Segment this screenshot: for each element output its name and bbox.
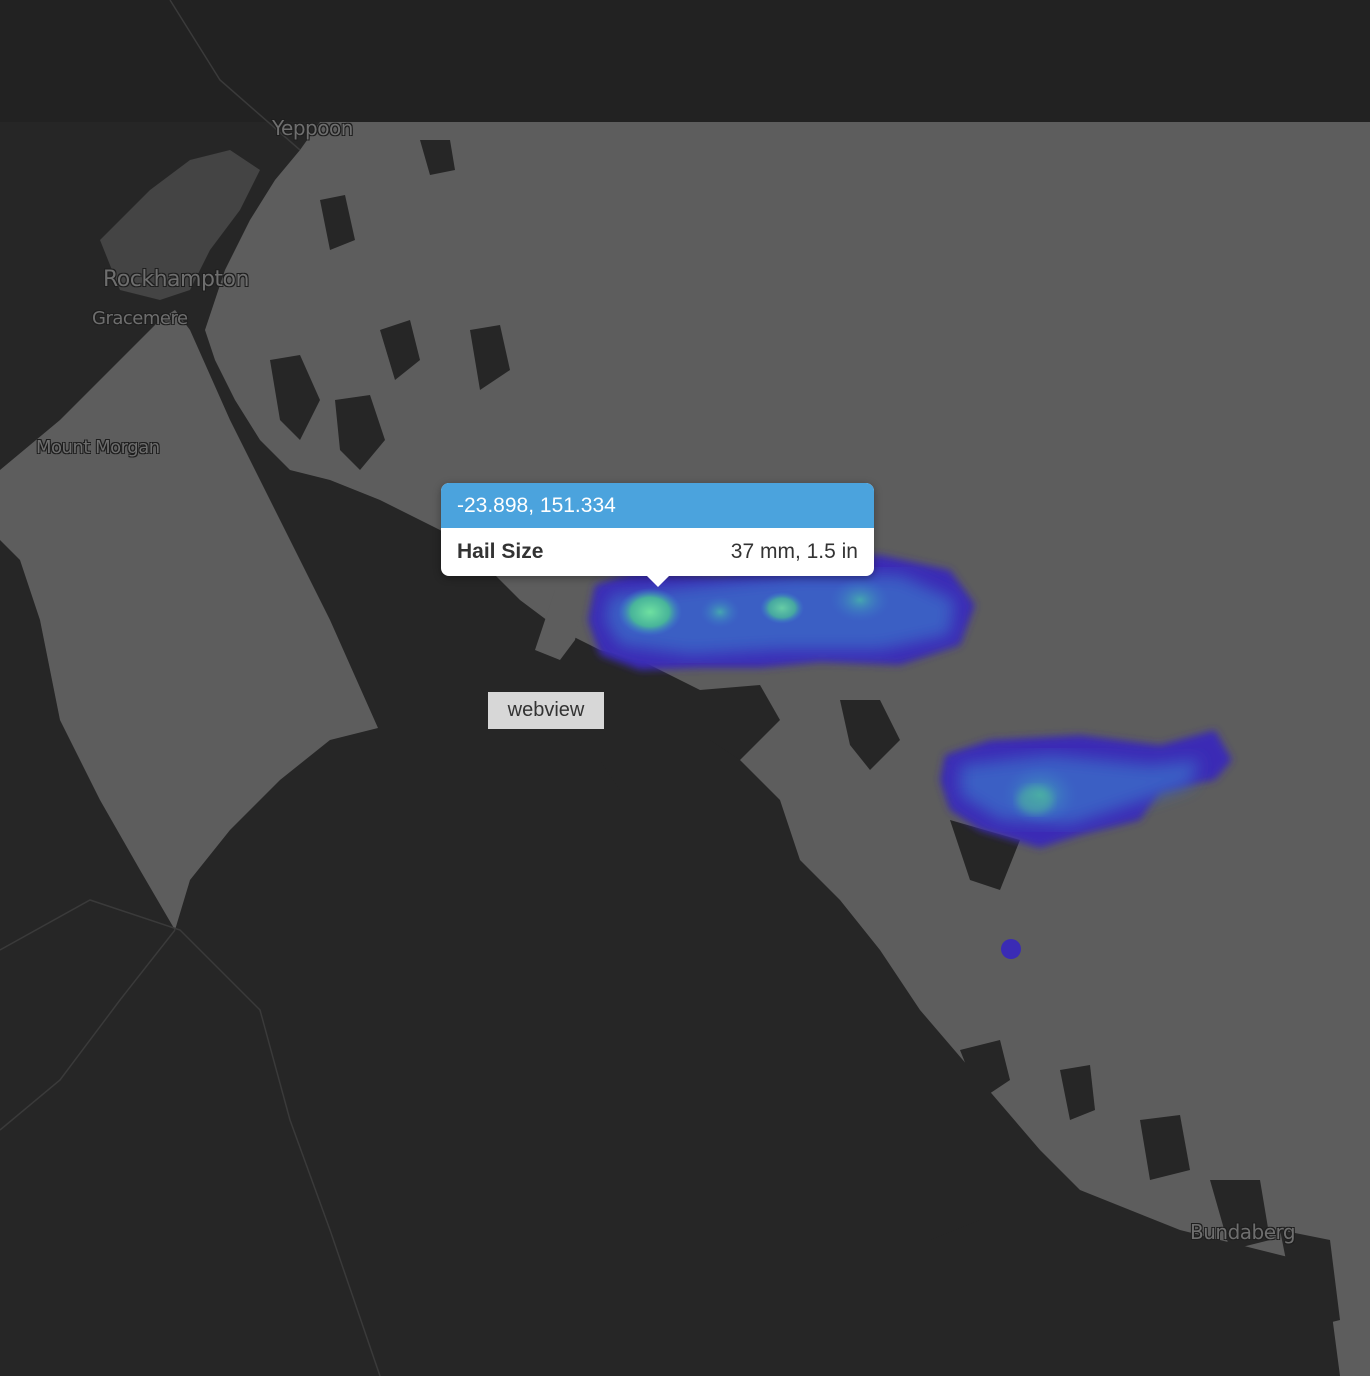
- place-label-rockhampton: Rockhampton: [103, 267, 249, 292]
- place-label-yeppoon: Yeppoon: [272, 116, 353, 140]
- map-canvas[interactable]: [0, 0, 1370, 1376]
- place-label-mount-morgan: Mount Morgan: [36, 437, 160, 458]
- popup-tip: [646, 575, 670, 587]
- popup-field-label: Hail Size: [457, 540, 544, 563]
- popup-field-value: 37 mm, 1.5 in: [730, 540, 858, 563]
- place-label-bundaberg: Bundaberg: [1190, 1220, 1296, 1244]
- place-label-gracemere: Gracemere: [92, 308, 188, 329]
- webview-badge: webview: [488, 692, 604, 729]
- map-top-band: [0, 0, 1370, 122]
- popup-hail-size-row: Hail Size 37 mm, 1.5 in: [441, 528, 874, 576]
- hail-popup[interactable]: -23.898, 151.334 Hail Size 37 mm, 1.5 in: [441, 483, 874, 587]
- popup-coordinates: -23.898, 151.334: [441, 483, 874, 528]
